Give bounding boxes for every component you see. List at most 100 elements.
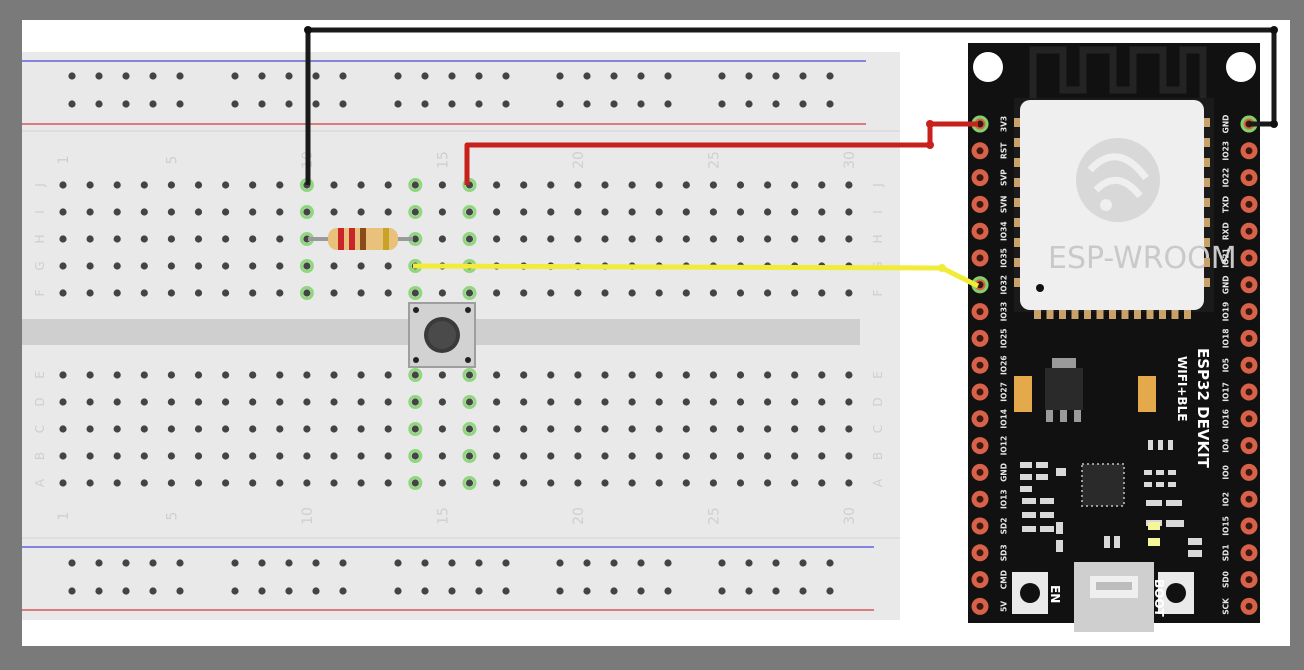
left-pin-pad-hole	[976, 388, 984, 396]
usb-uart-chip	[1081, 463, 1125, 507]
rail-hole	[718, 559, 726, 567]
row-label: F	[871, 289, 885, 296]
en-button[interactable]	[1012, 572, 1048, 614]
column-number-bottom: 1	[56, 512, 72, 521]
left-pin-label: 5V	[1000, 601, 1009, 612]
breadboard-hole	[736, 181, 745, 189]
breadboard-hole	[249, 371, 257, 379]
breadboard-hole	[764, 452, 772, 460]
castellation-pad	[1059, 310, 1066, 319]
smd-part	[1022, 526, 1036, 532]
rail-hole	[610, 100, 618, 108]
breadboard-hole	[574, 452, 582, 460]
breadboard-hole	[249, 452, 257, 460]
rail-hole	[285, 100, 293, 108]
breadboard-hole	[682, 398, 690, 406]
rail-hole	[285, 72, 293, 80]
breadboard-hole	[845, 289, 853, 297]
rail-hole	[394, 72, 402, 80]
smd-part	[1040, 526, 1054, 532]
breadboard-hole	[791, 289, 799, 297]
castellation-pad	[1204, 258, 1210, 267]
breadboard-hole	[194, 425, 203, 433]
breadboard-hole	[86, 398, 94, 406]
breadboard-hole	[547, 479, 555, 487]
breadboard-hole	[249, 425, 257, 433]
breadboard-hole	[59, 208, 67, 216]
left-pin-label: SVN	[1000, 196, 1009, 213]
rail-hole	[556, 72, 564, 80]
right-pin-label: SD0	[1222, 571, 1231, 588]
rail-hole	[475, 72, 483, 80]
rail-hole	[502, 559, 510, 567]
castellation-pad	[1014, 238, 1020, 247]
left-pin-label: IO26	[1000, 355, 1009, 375]
right-pin-pad-hole	[1245, 415, 1253, 423]
rail-hole	[583, 72, 591, 80]
breadboard-hole	[465, 479, 474, 487]
rail-hole	[258, 559, 266, 567]
rail-hole	[68, 100, 76, 108]
column-number-bottom: 10	[300, 507, 316, 525]
breadboard-hole	[438, 479, 446, 487]
breadboard-hole	[357, 371, 365, 379]
right-pin-pad-hole	[1245, 227, 1253, 235]
right-pin-pad-hole	[1245, 549, 1253, 557]
smd-part	[1168, 440, 1173, 450]
breadboard-hole	[547, 425, 555, 433]
smd-part	[1020, 462, 1032, 468]
breadboard-hole	[764, 235, 772, 243]
breadboard-hole	[438, 181, 446, 189]
breadboard-hole	[113, 235, 121, 243]
breadboard-hole	[303, 208, 311, 216]
breadboard-hole	[249, 479, 257, 487]
rail-hole	[502, 587, 510, 595]
row-label: G	[33, 261, 47, 270]
rail-hole	[448, 72, 456, 80]
breadboard-hole	[547, 452, 555, 460]
smd-part	[1022, 498, 1036, 504]
column-number-top: 30	[842, 151, 858, 169]
breadboard-hole	[357, 398, 365, 406]
rail-hole	[664, 559, 672, 567]
right-pin-label: SCK	[1222, 597, 1231, 615]
breadboard-hole	[357, 262, 365, 270]
right-pin-pad-hole	[1245, 281, 1253, 289]
breadboard-hole	[167, 371, 175, 379]
castellation-pad	[1084, 310, 1091, 319]
rail-hole	[502, 100, 510, 108]
smd-part	[1020, 474, 1032, 480]
micro-usb-port[interactable]	[1074, 562, 1154, 632]
breadboard-hole	[303, 452, 311, 460]
rail-hole	[502, 72, 510, 80]
rail-hole	[772, 72, 780, 80]
right-pin-pad-hole	[1245, 442, 1253, 450]
breadboard-hole	[655, 235, 663, 243]
breadboard-hole	[276, 181, 284, 189]
castellation-pad	[1096, 310, 1104, 319]
breadboard-hole	[818, 208, 826, 216]
right-pin-pad-hole	[1245, 576, 1253, 584]
breadboard-hole	[601, 371, 609, 379]
rail-hole	[421, 100, 429, 108]
breadboard-hole	[86, 235, 94, 243]
left-pin-pad-hole	[976, 308, 984, 316]
breadboard-hole	[222, 262, 230, 270]
breadboard-hole	[384, 208, 392, 216]
breadboard-hole	[736, 398, 745, 406]
smd-part	[1040, 512, 1054, 518]
rail-hole	[637, 559, 645, 567]
breadboard-hole	[276, 235, 284, 243]
rail-hole	[394, 559, 402, 567]
pushbutton[interactable]	[408, 302, 476, 368]
right-pin-pad-hole	[1245, 254, 1253, 262]
column-number-bottom: 25	[706, 507, 722, 525]
breadboard-hole	[736, 371, 745, 379]
smd-part	[1146, 500, 1162, 506]
breadboard-hole	[574, 289, 582, 297]
row-label: E	[871, 371, 885, 379]
breadboard-hole	[845, 208, 853, 216]
breadboard-hole	[574, 479, 582, 487]
row-label: J	[33, 183, 47, 188]
mounting-hole-right	[1226, 52, 1256, 82]
